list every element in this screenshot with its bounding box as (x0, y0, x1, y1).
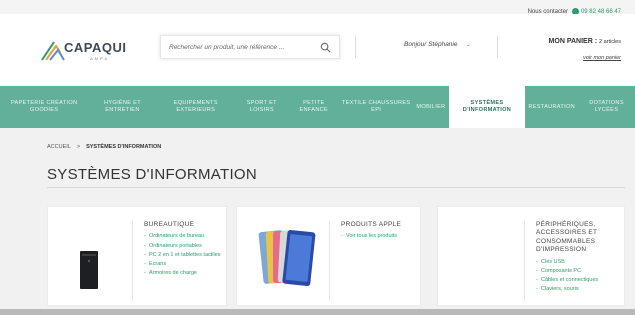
nav-item-equipements[interactable]: EQUIPEMENTS EXTERIEURS (157, 86, 235, 128)
chevron-down-icon: ⌄ (465, 42, 471, 48)
card-text: PRODUITS APPLE Voir tous les produits (341, 221, 417, 243)
category-card-apple[interactable]: PRODUITS APPLE Voir tous les produits (236, 206, 421, 306)
card-link[interactable]: Composants PC (536, 268, 622, 275)
capaqui-logo[interactable]: CAPAQUI AMPA (40, 36, 135, 66)
header: CAPAQUI AMPA Bonjour Stéphanie ⌄ MON PAN… (0, 14, 635, 86)
card-title[interactable]: PÉRIPHÉRIQUES, ACCESSOIRES ET CONSOMMABL… (536, 221, 622, 255)
view-cart-link[interactable]: voir mon panier (549, 55, 621, 61)
nav-item-mobilier[interactable]: MOBILIER (413, 86, 448, 128)
card-divider (329, 221, 330, 301)
nav-item-hygiene[interactable]: HYGIÈNE ET ENTRETIEN (88, 86, 156, 128)
breadcrumb: ACCUEIL > SYSTÈMES D'INFORMATION (47, 144, 161, 150)
desktop-tower-image (80, 251, 98, 289)
cart-title: MON PANIER : 2 articles (549, 38, 621, 45)
main-nav: PAPETERIE CRÉATION GOODIES HYGIÈNE ET EN… (0, 86, 635, 128)
card-divider (132, 221, 133, 301)
breadcrumb-home[interactable]: ACCUEIL (47, 144, 71, 150)
breadcrumb-separator: > (76, 144, 81, 150)
greeting-text: Bonjour Stéphanie (404, 41, 458, 48)
search-box[interactable] (160, 35, 340, 59)
card-text: PÉRIPHÉRIQUES, ACCESSOIRES ET CONSOMMABL… (536, 221, 622, 295)
card-link[interactable]: Ordinateurs de bureau (144, 233, 224, 240)
nav-item-sport[interactable]: SPORT ET LOISIRS (235, 86, 289, 128)
ipad-lineup-image (258, 229, 316, 287)
header-divider (497, 36, 498, 58)
bottom-scroll-bar (0, 309, 635, 315)
title-divider (47, 187, 625, 188)
search-input[interactable] (169, 43, 309, 51)
card-link[interactable]: Armoires de charge (144, 270, 224, 277)
logo-sub: AMPA (90, 56, 110, 61)
card-links: Clés USB Composants PC Câbles et connect… (536, 259, 622, 294)
category-card-peripheriques[interactable]: PÉRIPHÉRIQUES, ACCESSOIRES ET CONSOMMABL… (437, 206, 625, 306)
card-link[interactable]: Câbles et connectiques (536, 277, 622, 284)
card-link[interactable]: Claviers, souris (536, 286, 622, 293)
nav-item-systemes[interactable]: SYSTÈMES D'INFORMATION (448, 86, 526, 128)
logo-name: CAPAQUI (64, 40, 127, 55)
card-links: Voir tous les produits (341, 233, 417, 240)
category-card-bureautique[interactable]: BUREAUTIQUE Ordinateurs de bureau Ordina… (47, 206, 227, 306)
card-title[interactable]: BUREAUTIQUE (144, 221, 224, 229)
nav-item-restauration[interactable]: RESTAURATION (525, 86, 578, 128)
card-link[interactable]: PC 2 en 1 et tablettes tactiles (144, 252, 224, 259)
cart-title-label: MON PANIER : (548, 38, 598, 45)
breadcrumb-current: SYSTÈMES D'INFORMATION (86, 144, 162, 150)
card-links: Ordinateurs de bureau Ordinateurs portab… (144, 233, 224, 277)
page-title: SYSTÈMES D'INFORMATION (47, 166, 258, 183)
logo-mark-icon (41, 41, 65, 61)
card-divider (524, 221, 525, 301)
cart-count: 2 articles (598, 39, 621, 45)
card-link[interactable]: Ecrans (144, 261, 224, 268)
header-divider (355, 36, 356, 58)
card-link[interactable]: Clés USB (536, 259, 622, 266)
nav-item-dotations[interactable]: DOTATIONS LYCÉES (578, 86, 635, 128)
cart[interactable]: MON PANIER : 2 articles voir mon panier (549, 38, 621, 61)
nav-item-textile[interactable]: TEXTILE CHAUSSURES EPI (339, 86, 414, 128)
card-text: BUREAUTIQUE Ordinateurs de bureau Ordina… (144, 221, 224, 279)
card-title[interactable]: PRODUITS APPLE (341, 221, 417, 229)
nav-item-papeterie[interactable]: PAPETERIE CRÉATION GOODIES (0, 86, 88, 128)
card-link[interactable]: Ordinateurs portables (144, 243, 224, 250)
account-menu[interactable]: Bonjour Stéphanie ⌄ (404, 41, 471, 48)
search-icon[interactable] (320, 42, 331, 53)
nav-item-petite-enfance[interactable]: PETITE ENFANCE (289, 86, 339, 128)
card-link[interactable]: Voir tous les produits (341, 233, 417, 240)
